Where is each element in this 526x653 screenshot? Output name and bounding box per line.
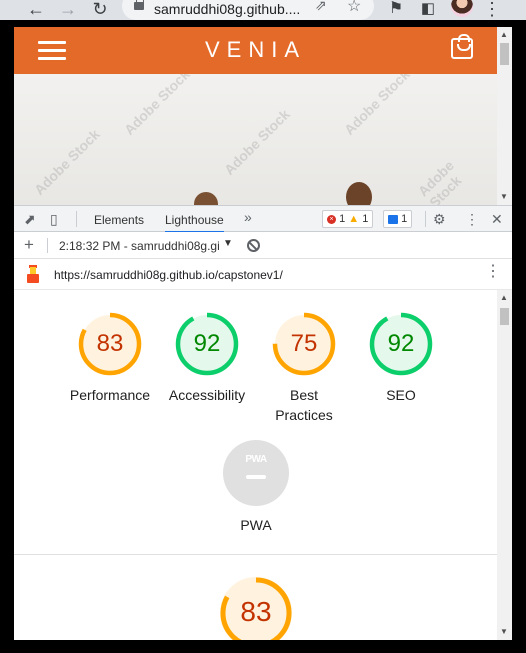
watermark: Adobe Stock [414, 157, 465, 205]
settings-gear-icon[interactable]: ⚙ [433, 211, 446, 228]
page-scrollbar[interactable]: ▲ ▼ [497, 27, 512, 205]
report-url-bar: https://samruddhi08g.github.io/capstonev… [14, 259, 512, 290]
report-scrollbar[interactable]: ▲ ▼ [497, 290, 512, 640]
side-panel-icon[interactable]: ◧ [416, 0, 440, 20]
divider [425, 211, 426, 227]
star-icon[interactable]: ☆ [347, 0, 361, 16]
scroll-up-icon[interactable]: ▲ [500, 30, 508, 39]
performance-gauge-large: 83 [219, 576, 293, 640]
lighthouse-toolbar: + 2:18:32 PM - samruddhi08g.gi ▼ [14, 232, 512, 259]
warning-count: 1 [362, 213, 369, 225]
pwa-label: PWA [240, 517, 272, 533]
score-label-line: Best [289, 387, 318, 403]
issues-badge[interactable]: × 1 ▲ 1 [322, 210, 374, 228]
person-head [346, 182, 372, 205]
messages-badge[interactable]: 1 [383, 210, 413, 228]
report-select[interactable]: 2:18:32 PM - samruddhi08g.gi [59, 239, 220, 253]
watermark: Adobe Stock [30, 126, 103, 198]
back-icon[interactable]: ← [24, 0, 48, 20]
divider [76, 211, 77, 227]
browser-toolbar: ← → ↻ samruddhi08g.github.... ⇗ ☆ ⚑ ◧ ⋮ [0, 0, 526, 20]
share-icon[interactable]: ⇗ [315, 0, 327, 14]
tab-lighthouse[interactable]: Lighthouse [165, 213, 224, 233]
address-url: samruddhi08g.github.... [154, 1, 301, 17]
watermark: Adobe Stock [340, 74, 413, 138]
score-label: Best Practices [249, 385, 359, 425]
divider [47, 238, 48, 253]
score-label: SEO [386, 387, 416, 403]
score-value: 83 [96, 330, 124, 357]
scroll-down-icon[interactable]: ▼ [500, 627, 508, 636]
browser-menu-icon[interactable]: ⋮ [480, 0, 504, 20]
error-icon: × [327, 214, 336, 224]
score-label-line: Practices [275, 407, 333, 423]
error-count: 1 [339, 213, 346, 225]
message-icon [388, 214, 398, 224]
extensions-icon[interactable]: ⚑ [384, 0, 408, 20]
new-report-icon[interactable]: + [24, 235, 34, 255]
watermark: Adobe Stock [120, 74, 193, 138]
site-header: VENIA [14, 27, 497, 74]
close-devtools-icon[interactable]: ✕ [491, 211, 503, 228]
devtools-menu-icon[interactable]: ⋮ [465, 211, 479, 228]
score-gauge-seo[interactable]: 92 [369, 312, 433, 376]
pwa-badge-text: PWA [245, 454, 267, 465]
score-gauge-best-practices[interactable]: 75 [272, 312, 336, 376]
report-menu-icon[interactable]: ⋮ [485, 264, 501, 280]
left-margin [0, 20, 14, 653]
site-logo[interactable]: VENIA [14, 37, 497, 63]
tab-elements[interactable]: Elements [94, 213, 144, 227]
scroll-thumb[interactable] [500, 43, 509, 65]
scroll-up-icon[interactable]: ▲ [500, 293, 508, 302]
score-value: 92 [193, 330, 221, 357]
person-head [194, 192, 218, 205]
section-divider [14, 554, 497, 555]
device-toolbar-icon[interactable]: ▯ [50, 211, 58, 228]
clear-reports-icon[interactable] [247, 239, 260, 252]
score-value: 92 [387, 330, 415, 357]
report-url[interactable]: https://samruddhi08g.github.io/capstonev… [54, 268, 283, 282]
devtools-toolbar: ⬈ ▯ Elements Lighthouse » × 1 ▲ 1 1 ⚙ ⋮ … [14, 205, 512, 233]
inspect-element-icon[interactable]: ⬈ [24, 211, 36, 228]
screen: ← → ↻ samruddhi08g.github.... ⇗ ☆ ⚑ ◧ ⋮ … [0, 0, 526, 653]
more-tabs-icon[interactable]: » [244, 209, 252, 225]
scroll-down-icon[interactable]: ▼ [500, 192, 508, 201]
hero-image: Adobe Stock Adobe Stock Adobe Stock Adob… [14, 74, 497, 205]
score-gauge-performance[interactable]: 83 [78, 312, 142, 376]
lighthouse-report: 83 Performance 92 Accessibility 75 Best Practi… [14, 290, 497, 640]
watermark: Adobe Stock [220, 106, 293, 178]
address-bar[interactable]: samruddhi08g.github.... ⇗ ☆ [122, 0, 374, 20]
message-count: 1 [401, 213, 408, 225]
forward-icon[interactable]: → [56, 0, 80, 20]
shopping-bag-icon[interactable] [451, 34, 473, 59]
score-label: Accessibility [168, 387, 246, 403]
profile-avatar[interactable] [451, 0, 473, 17]
reload-icon[interactable]: ↻ [88, 0, 112, 20]
scroll-thumb[interactable] [500, 308, 509, 325]
warning-icon: ▲ [348, 213, 360, 225]
lock-icon [134, 0, 144, 10]
chevron-down-icon[interactable]: ▼ [223, 238, 233, 249]
lighthouse-logo-icon [26, 265, 40, 283]
performance-score-large: 83 [240, 596, 272, 627]
score-gauge-accessibility[interactable]: 92 [175, 312, 239, 376]
pwa-badge-icon[interactable]: PWA [223, 440, 289, 506]
score-label: Performance [69, 387, 151, 403]
score-value: 75 [290, 330, 318, 357]
